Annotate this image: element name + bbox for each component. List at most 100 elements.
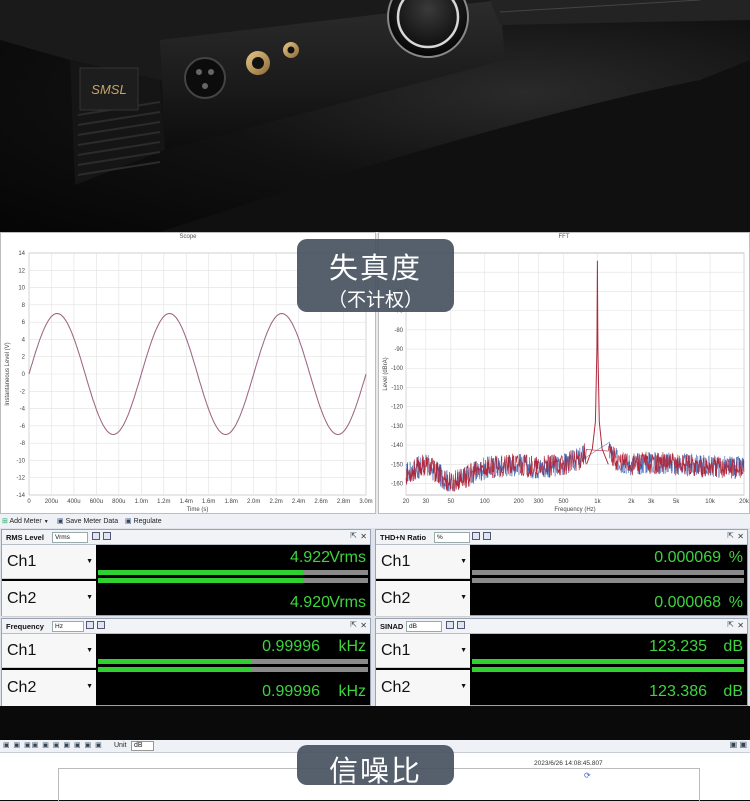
thdn-ch1-selector[interactable]: Ch1 ▼ [376, 545, 470, 579]
meter-options-icon[interactable] [483, 532, 491, 540]
sinad-unit-select[interactable]: dB [406, 621, 442, 632]
y-tick-label: -110 [391, 385, 403, 391]
y-tick-label: -10 [16, 458, 25, 464]
x-tick-label: 1k [594, 499, 601, 505]
y-tick-label: -6 [20, 424, 26, 430]
rms-ch2-bar [98, 578, 368, 583]
section-divider [0, 706, 750, 740]
pin-icon[interactable]: ⇱ [350, 531, 357, 540]
sinad-ch2-selector[interactable]: Ch2 ▼ [376, 670, 470, 707]
frequency-unit-select[interactable]: Hz [52, 621, 84, 632]
sinad-ch2-bar [472, 667, 744, 672]
close-icon[interactable]: ✕ [737, 532, 744, 541]
unit-select[interactable]: dB [131, 741, 154, 751]
sinad-title: SINAD [380, 622, 404, 631]
frequency-ch2-selector[interactable]: Ch2 ▼ [2, 670, 96, 707]
distortion-caption: 失真度 （不计权） [297, 239, 454, 312]
frequency-ch2-bar [98, 667, 368, 672]
rms-ch1-selector[interactable]: Ch1 ▼ [2, 545, 96, 579]
close-icon[interactable]: ✕ [737, 621, 744, 630]
x-tick-label: 500 [558, 499, 569, 505]
chevron-down-icon: ▼ [460, 683, 467, 690]
y-tick-label: -12 [16, 476, 25, 482]
frequency-ch1-bar [98, 659, 368, 664]
x-tick-label: 800u [112, 499, 125, 505]
y-tick-label: -100 [391, 366, 404, 372]
meter-options-icon[interactable] [97, 621, 105, 629]
refresh-icon[interactable]: ⟳ [584, 771, 591, 780]
window-icons[interactable]: ▣ ▣ [730, 740, 747, 749]
save-meter-data-button[interactable]: ▣ Save Meter Data [57, 517, 118, 525]
xlr-jack-icon [184, 57, 226, 99]
add-meter-label: Add Meter [9, 518, 42, 525]
ch1-label: Ch1 [7, 642, 37, 659]
frequency-ch1-value: 0.99996 [262, 638, 320, 655]
chevron-down-icon: ▼ [460, 647, 467, 654]
frequency-ch1-selector[interactable]: Ch1 ▼ [2, 634, 96, 668]
frequency-title: Frequency [6, 622, 44, 631]
product-photo: SMSL [0, 0, 750, 232]
chevron-down-icon: ▼ [86, 558, 93, 565]
y-tick-label: -120 [391, 405, 404, 411]
snr-caption: 信噪比 [297, 745, 454, 788]
rms-ch2-unit: Vrms [329, 594, 366, 611]
rms-ch1-bar [98, 570, 368, 575]
meter-settings-icon[interactable] [472, 532, 480, 540]
add-meter-button[interactable]: ⊞ Add Meter ▼ [2, 517, 49, 525]
snr-caption-title: 信噪比 [328, 756, 422, 788]
sinad-ch1-selector[interactable]: Ch1 ▼ [376, 634, 470, 668]
thdn-ch1-value: 0.000069 [654, 549, 721, 566]
x-tick-label: 1.0m [135, 499, 148, 505]
frequency-ch1-bar-fill [98, 659, 252, 664]
x-tick-label: 100 [480, 499, 491, 505]
x-tick-label: 30 [422, 499, 429, 505]
toolbar-icons[interactable]: ▣ ▣ ▣▣ ▣ ▣ ▣ ▣ ▣ ▣ [3, 741, 103, 749]
thdn-ch1-bar [472, 570, 744, 575]
x-tick-label: 10k [705, 499, 716, 505]
thdn-ch2-unit: % [728, 594, 743, 611]
x-axis-label: Time (s) [187, 507, 209, 513]
frequency-header: Frequency Hz ⇱ ✕ [2, 619, 370, 634]
x-tick-label: 2.4m [292, 499, 305, 505]
meter-settings-icon[interactable] [92, 532, 100, 540]
x-tick-label: 3.0m [359, 499, 372, 505]
rms-ch2-selector[interactable]: Ch2 ▼ [2, 581, 96, 617]
y-tick-label: -8 [20, 441, 26, 447]
sinad-ch1-bar [472, 659, 744, 664]
x-tick-label: 50 [447, 499, 454, 505]
regulate-icon: ▣ [125, 518, 132, 525]
meter-options-icon[interactable] [103, 532, 111, 540]
x-tick-label: 300 [533, 499, 544, 505]
x-tick-label: 1.8m [225, 499, 238, 505]
y-axis-label: Instantaneous Level (V) [5, 342, 11, 405]
thdn-ch2-selector[interactable]: Ch2 ▼ [376, 581, 470, 617]
thdn-ch1-unit: % [728, 549, 743, 566]
ch2-label: Ch2 [381, 679, 411, 696]
x-tick-label: 20 [403, 499, 410, 505]
dac-device-illustration: SMSL [0, 0, 750, 232]
rms-ch2-value: 4.920 [289, 594, 330, 611]
pin-icon[interactable]: ⇱ [727, 531, 734, 540]
y-axis-label: Level (dBrA) [383, 357, 389, 390]
meter-settings-icon[interactable] [86, 621, 94, 629]
meter-options-icon[interactable] [457, 621, 465, 629]
close-icon[interactable]: ✕ [360, 532, 367, 541]
thdn-unit-select[interactable]: % [434, 532, 470, 543]
meter-settings-icon[interactable] [446, 621, 454, 629]
pin-icon[interactable]: ⇱ [350, 620, 357, 629]
x-tick-label: 600u [90, 499, 103, 505]
close-icon[interactable]: ✕ [360, 621, 367, 630]
regulate-button[interactable]: ▣ Regulate [125, 517, 162, 525]
frequency-meter: Frequency Hz ⇱ ✕ Ch1 ▼ Ch2 ▼ 0.99996 kHz… [1, 618, 371, 707]
y-tick-label: 4 [22, 337, 26, 343]
y-tick-label: -14 [16, 493, 25, 499]
x-tick-label: 3k [648, 499, 655, 505]
rms-unit-select[interactable]: Vrms [52, 532, 88, 543]
sinad-ch1-value: 123.235 [649, 638, 707, 655]
ch2-label: Ch2 [7, 590, 37, 607]
sinad-header: SINAD dB ⇱ ✕ [376, 619, 747, 634]
pin-icon[interactable]: ⇱ [727, 620, 734, 629]
x-tick-label: 2k [628, 499, 635, 505]
thdn-header: THD+N Ratio % ⇱ ✕ [376, 530, 747, 545]
sinad-ch2-value: 123.386 [649, 683, 707, 700]
